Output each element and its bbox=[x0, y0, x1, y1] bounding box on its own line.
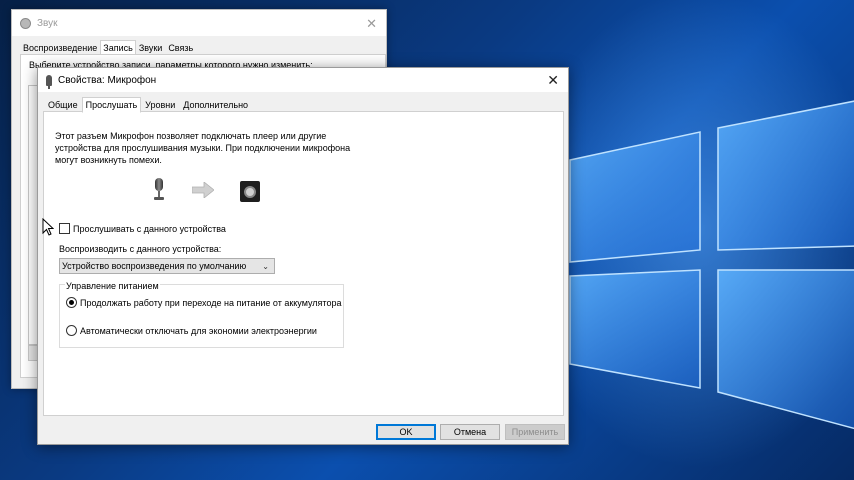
power-option-auto-off-label: Автоматически отключать для экономии эле… bbox=[80, 325, 317, 336]
microphone-icon bbox=[154, 178, 164, 202]
power-option-auto-off[interactable]: Автоматически отключать для экономии эле… bbox=[66, 325, 317, 336]
listen-tab-panel: Этот разъем Микрофон позволяет подключат… bbox=[43, 111, 564, 416]
ok-button[interactable]: OK bbox=[376, 424, 436, 440]
close-icon[interactable]: ✕ bbox=[547, 72, 559, 89]
chevron-down-icon: ⌄ bbox=[262, 262, 269, 271]
dialog-titlebar: Свойства: Микрофон bbox=[38, 68, 568, 92]
power-option-continue-label: Продолжать работу при переходе на питани… bbox=[80, 297, 342, 308]
dialog-title: Свойства: Микрофон bbox=[58, 74, 157, 86]
power-option-continue[interactable]: Продолжать работу при переходе на питани… bbox=[66, 297, 341, 308]
listen-description: Этот разъем Микрофон позволяет подключат… bbox=[55, 130, 355, 166]
cancel-button[interactable]: Отмена bbox=[440, 424, 500, 440]
playback-device-select[interactable]: Устройство воспроизведения по умолчанию … bbox=[59, 258, 275, 274]
sound-window-titlebar: Звук bbox=[12, 10, 386, 36]
description-line: устройства для прослушивания музыки. При… bbox=[55, 143, 351, 153]
sound-window-close-icon[interactable]: ✕ bbox=[366, 16, 377, 32]
power-option-continue-radio[interactable] bbox=[66, 297, 77, 308]
tab-listen[interactable]: Прослушать bbox=[81, 97, 142, 113]
apply-button[interactable]: Применить bbox=[505, 424, 565, 440]
description-line: Этот разъем Микрофон позволяет подключат… bbox=[55, 131, 327, 141]
power-management-legend: Управление питанием bbox=[65, 281, 160, 291]
speaker-icon bbox=[20, 17, 31, 29]
windows-logo-wallpaper bbox=[569, 100, 854, 430]
microphone-properties-dialog: Свойства: Микрофон ✕ Общие Прослушать Ур… bbox=[37, 67, 569, 445]
arrow-right-icon bbox=[192, 182, 214, 198]
sound-window-title: Звук bbox=[37, 17, 58, 29]
listen-checkbox-row[interactable]: Прослушивать с данного устройства bbox=[59, 223, 226, 234]
playback-device-label: Воспроизводить с данного устройства: bbox=[59, 244, 222, 254]
power-option-auto-off-radio[interactable] bbox=[66, 325, 77, 336]
mouse-pointer-icon bbox=[42, 218, 54, 236]
listen-checkbox-label: Прослушивать с данного устройства bbox=[73, 223, 226, 234]
playback-device-value: Устройство воспроизведения по умолчанию bbox=[62, 261, 247, 271]
power-management-group: Управление питанием Продолжать работу пр… bbox=[59, 281, 344, 348]
description-line: могут возникнуть помехи. bbox=[55, 155, 162, 165]
microphone-icon bbox=[46, 74, 52, 89]
speaker-icon bbox=[240, 181, 260, 202]
listen-checkbox[interactable] bbox=[59, 223, 70, 234]
